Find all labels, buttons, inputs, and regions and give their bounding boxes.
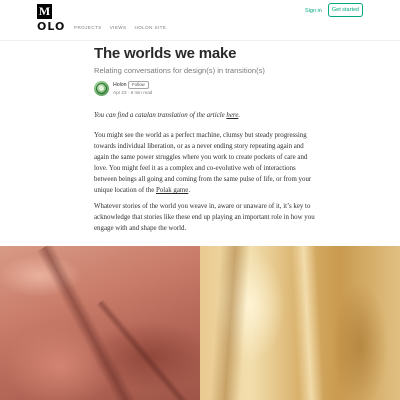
author-avatar[interactable] <box>94 81 109 96</box>
sign-in-link[interactable]: Sign in <box>305 5 322 17</box>
paragraph-worldviews: You might see the world as a perfect mac… <box>94 130 316 197</box>
skin-crease <box>36 246 142 400</box>
hero-image <box>0 246 400 400</box>
hero-image-skin <box>0 246 200 400</box>
gold-highlight <box>290 246 325 400</box>
translation-note-end: . <box>238 112 241 119</box>
publication-nav: PROJECTS VIEWS HOLON SITE <box>74 24 166 32</box>
medium-logo[interactable]: M <box>37 4 52 19</box>
get-started-button[interactable]: Get started <box>328 3 363 17</box>
article-meta: Apr 23 · 8 min read <box>113 90 153 95</box>
publication-logo[interactable]: OLO <box>37 21 65 33</box>
polak-game-link[interactable]: Polak game <box>156 187 188 194</box>
article-subtitle: Relating conversations for design(s) in … <box>94 66 265 75</box>
nav-item-holon-site[interactable]: HOLON SITE <box>135 24 167 32</box>
hero-image-gold <box>200 246 400 400</box>
paragraph-worldviews-text: You might see the world as a perfect mac… <box>94 132 312 195</box>
nav-divider <box>0 40 400 41</box>
avatar-image <box>96 83 107 94</box>
translation-note-text: You can find a catalan translation of th… <box>94 112 227 119</box>
paragraph-worldviews-end: . <box>188 187 191 195</box>
gold-wave <box>208 246 252 400</box>
article-title: The worlds we make <box>94 45 237 62</box>
author-name[interactable]: Holon <box>113 82 127 89</box>
translation-note: You can find a catalan translation of th… <box>94 110 316 121</box>
paragraph-stories: Whatever stories of the world you weave … <box>94 203 315 233</box>
follow-button[interactable]: Follow <box>128 81 149 89</box>
translation-link[interactable]: here <box>226 112 238 119</box>
nav-item-projects[interactable]: PROJECTS <box>74 24 102 32</box>
nav-item-views[interactable]: VIEWS <box>110 24 127 32</box>
top-bar: M Sign in Get started OLO PROJECTS VIEWS… <box>0 0 400 45</box>
